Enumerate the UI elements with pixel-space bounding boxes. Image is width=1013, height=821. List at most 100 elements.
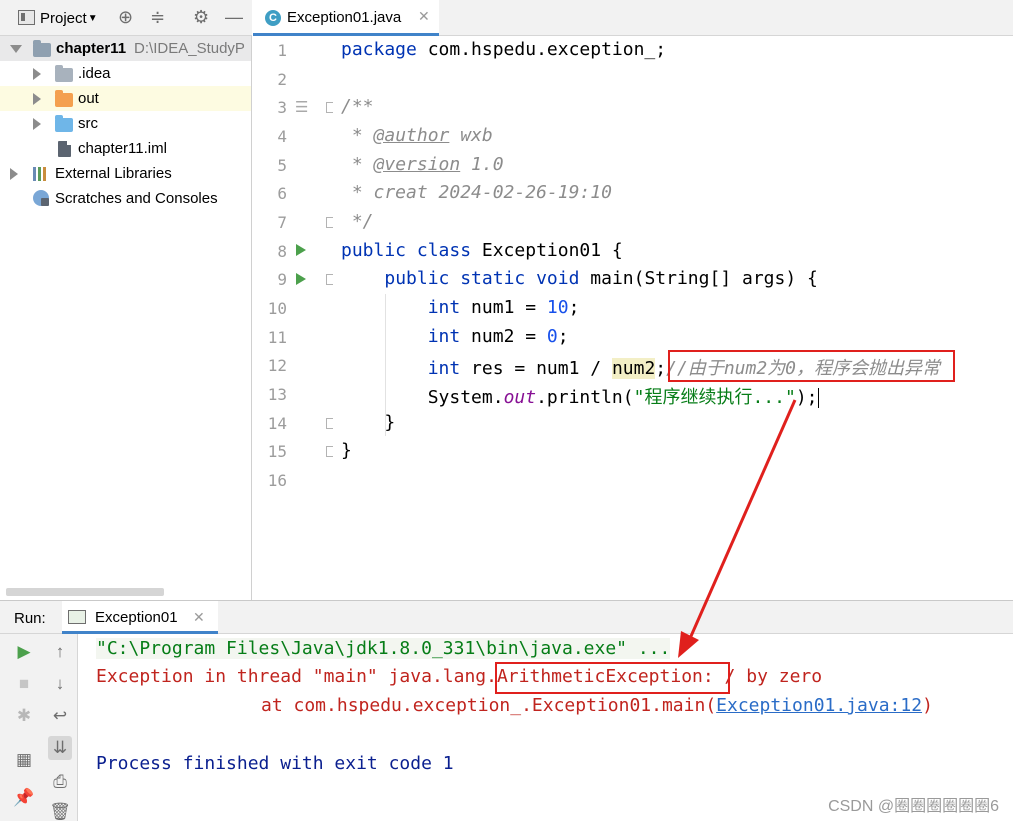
run-main-icon[interactable] — [296, 273, 306, 285]
tree-item-label: src — [78, 115, 98, 132]
error-prefix: Exception in thread "main" java.lang. — [96, 666, 497, 687]
module-folder-icon — [33, 40, 51, 57]
gear-icon[interactable]: ⚙ — [193, 6, 209, 28]
run-title: Run: — [14, 610, 46, 627]
code-text: num2 = — [460, 326, 547, 347]
run-tab-exception01[interactable]: Exception01 ✕ — [62, 601, 218, 634]
tree-item-label: External Libraries — [55, 165, 172, 182]
annotation-box-exception — [495, 662, 730, 694]
doc-comment: wxb — [449, 125, 493, 146]
keyword: int — [427, 326, 461, 347]
collapse-all-icon[interactable]: ≑ — [150, 6, 165, 28]
run-class-icon[interactable] — [296, 244, 306, 256]
trash-icon[interactable]: 🗑 — [48, 800, 72, 821]
chevron-right-icon[interactable] — [33, 118, 41, 130]
code-line-8: public class Exception01 { — [341, 240, 623, 261]
tree-item-external-libraries[interactable]: External Libraries — [0, 161, 251, 186]
java-class-icon: C — [265, 10, 281, 26]
source-link[interactable]: Exception01.java:12 — [716, 695, 922, 716]
keyword: int — [427, 297, 461, 318]
tree-item-label: out — [78, 90, 99, 107]
tree-item-chapter11-iml[interactable]: chapter11.iml — [0, 136, 251, 161]
arrow-up-icon[interactable]: ↑ — [48, 640, 72, 664]
arrow-down-icon[interactable]: ↓ — [48, 672, 72, 696]
tree-item-label: chapter11.iml — [78, 140, 167, 157]
code-text: ; — [655, 358, 667, 379]
line-number: 16 — [267, 471, 287, 490]
code-line-1: package com.hspedu.exception_; — [341, 39, 666, 60]
close-icon[interactable]: ✕ — [193, 609, 205, 626]
line-number: 14 — [267, 414, 287, 433]
line-number: 8 — [277, 242, 287, 261]
rerun-icon[interactable]: ▶ — [12, 640, 36, 664]
code-text: res = num1 / — [460, 358, 612, 379]
pin-icon[interactable]: 📌 — [12, 786, 36, 810]
code-editor[interactable]: package com.hspedu.exception_; /** * @au… — [333, 36, 1013, 600]
chevron-down-icon[interactable] — [10, 45, 22, 53]
code-text: .println( — [536, 387, 634, 408]
keyword: public static void — [384, 268, 580, 289]
layout-icon[interactable]: ▦ — [12, 748, 36, 772]
line-number: 9 — [277, 270, 287, 289]
text-caret — [817, 388, 819, 408]
iml-file-icon — [58, 140, 72, 157]
tree-item-idea[interactable]: .idea — [0, 61, 251, 86]
stop-icon[interactable]: ■ — [12, 672, 36, 696]
libraries-icon — [33, 167, 51, 181]
code-text: ); — [795, 387, 818, 408]
console-stacktrace-line: at com.hspedu.exception_.Exception01.mai… — [261, 695, 933, 716]
code-text: System. — [427, 387, 504, 408]
locate-file-icon[interactable]: ⊕ — [118, 6, 133, 28]
render-doc-icon[interactable]: ☰ — [295, 98, 308, 116]
source-folder-icon — [55, 115, 73, 132]
run-toolbar: ▶ ↑ ■ ↓ ✱ ↩ ⇊ ▦ ⎙ 📌 🗑 — [0, 634, 78, 821]
run-tab-label: Exception01 — [95, 609, 178, 626]
code-text: } — [384, 412, 396, 433]
doc-tag: @author — [373, 125, 450, 146]
soft-wrap-icon[interactable]: ↩ — [48, 704, 72, 728]
scroll-to-end-icon[interactable]: ⇊ — [48, 736, 72, 760]
code-line-11: int num2 = 0; — [341, 326, 569, 347]
watermark: CSDN @圈圈圈圈圈圈6 — [828, 798, 999, 815]
line-number: 10 — [267, 299, 287, 318]
project-view-selector[interactable]: Project ▼ — [40, 8, 98, 28]
line-number: 2 — [277, 70, 287, 89]
code-text: num1 = — [460, 297, 547, 318]
scratches-icon — [33, 190, 49, 206]
keyword: int — [427, 358, 461, 379]
code-text: ; — [557, 326, 569, 347]
project-toolbar: Project ▼ ⊕ ≑ ⚙ — — [0, 0, 252, 36]
tree-item-chapter11[interactable]: chapter11 D:\IDEA_StudyP — [0, 36, 251, 61]
tree-item-out[interactable]: out — [0, 86, 251, 111]
code-text: main(String[] args) { — [579, 268, 818, 289]
number-literal: 0 — [546, 326, 558, 347]
debug-icon[interactable]: ✱ — [12, 704, 36, 728]
annotation-box-comment — [668, 350, 955, 382]
code-line-14: } — [341, 412, 395, 433]
horizontal-scrollbar[interactable] — [6, 588, 164, 596]
trace-suffix: ) — [922, 695, 933, 716]
run-tool-window-header: Run: Exception01 ✕ — [0, 600, 1013, 634]
hide-panel-icon[interactable]: — — [225, 6, 243, 28]
chevron-right-icon[interactable] — [33, 68, 41, 80]
trace-prefix: at com.hspedu.exception_.Exception01.mai… — [261, 695, 717, 716]
tree-item-scratches[interactable]: Scratches and Consoles — [0, 186, 251, 211]
chevron-down-icon: ▼ — [87, 12, 98, 24]
print-icon[interactable]: ⎙ — [48, 770, 72, 794]
project-tool-window: Project ▼ ⊕ ≑ ⚙ — chapter11 D:\IDEA_StudyP… — [0, 0, 252, 600]
tab-exception01-java[interactable]: C Exception01.java ✕ — [253, 0, 439, 36]
code-line-10: int num1 = 10; — [341, 297, 580, 318]
chevron-right-icon[interactable] — [10, 168, 18, 180]
doc-tag: @version — [373, 154, 461, 175]
line-number: 11 — [267, 328, 287, 347]
code-line-5: * @version 1.0 — [341, 154, 504, 175]
folder-icon — [55, 65, 73, 82]
close-icon[interactable]: ✕ — [418, 8, 430, 25]
chevron-right-icon[interactable] — [33, 93, 41, 105]
code-line-6: * creat 2024-02-26-19:10 — [341, 182, 612, 203]
line-number: 3 — [277, 98, 287, 117]
tree-item-src[interactable]: src — [0, 111, 251, 136]
console-command-line: "C:\Program Files\Java\jdk1.8.0_331\bin\… — [96, 638, 671, 659]
editor-tab-bar: C Exception01.java ✕ — [253, 0, 1013, 36]
doc-comment: * — [341, 154, 374, 175]
